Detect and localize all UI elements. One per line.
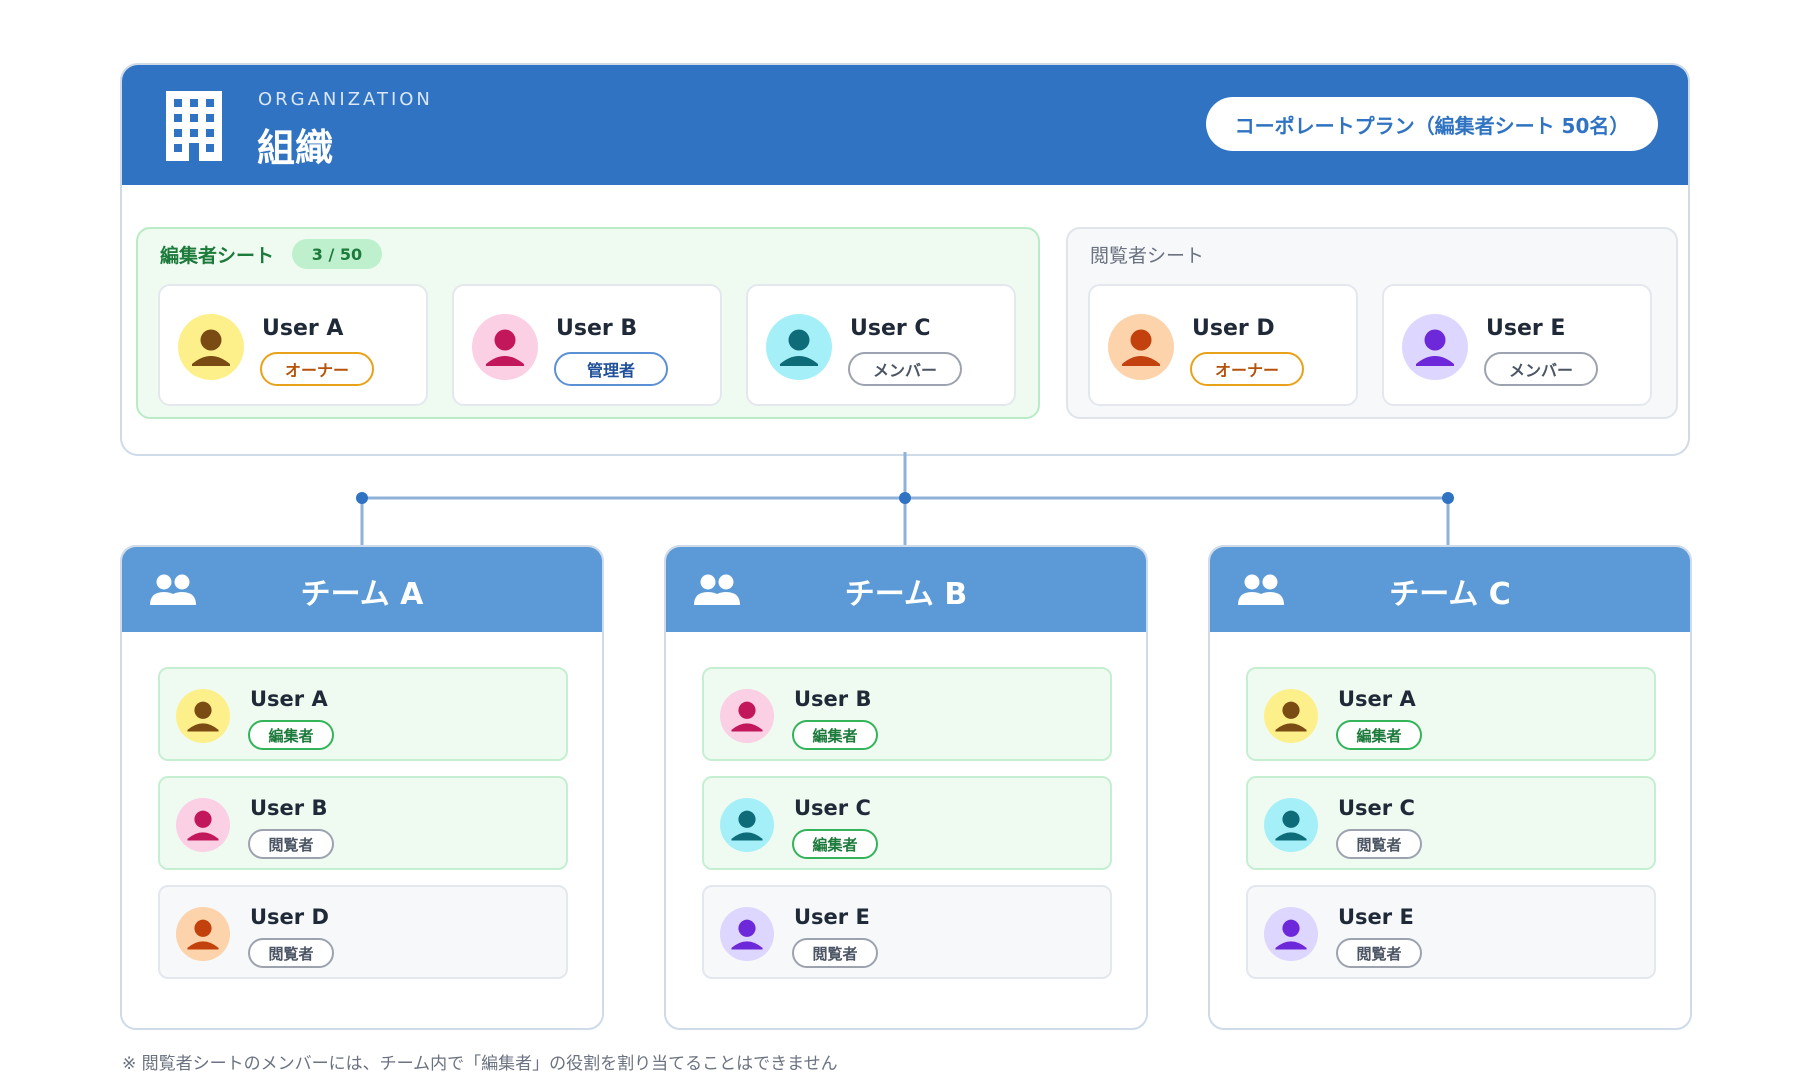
team-member-row[interactable]: User C 閲覧者 [1246, 776, 1656, 870]
member-avatar-icon [176, 689, 230, 743]
member-avatar-icon [1264, 907, 1318, 961]
team-member-role-badge: 編集者 [248, 720, 334, 750]
organization-card: ORGANIZATION 組織 コーポレートプラン（編集者シート 50名） 編集… [120, 63, 1690, 456]
seat-user-card[interactable]: User B 管理者 [452, 284, 722, 406]
plan-badge: コーポレートプラン（編集者シート 50名） [1206, 97, 1658, 151]
footnote: ※ 閲覧者シートのメンバーには、チーム内で「編集者」の役割を割り当てることはでき… [122, 1054, 838, 1074]
member-avatar-icon [720, 907, 774, 961]
organization-subtitle: ORGANIZATION [258, 89, 433, 110]
seat-user-role-badge: オーナー [260, 352, 374, 386]
editor-seat-title: 編集者シート [160, 245, 275, 267]
seat-user-role-badge: 管理者 [554, 352, 668, 386]
connector-dots [356, 492, 1454, 504]
user-avatar-icon [1402, 314, 1468, 380]
seat-user-role-badge: オーナー [1190, 352, 1304, 386]
member-avatar-icon [176, 798, 230, 852]
team-title: チーム A [300, 577, 424, 612]
connector-lines [360, 452, 1450, 545]
team-member-row[interactable]: User E 閲覧者 [1246, 885, 1656, 979]
team-member-name: User A [1338, 687, 1416, 711]
team-member-name: User D [250, 905, 329, 929]
team-member-name: User C [1338, 796, 1415, 820]
team-member-name: User E [1338, 905, 1414, 929]
editor-seat-count-badge: 3 / 50 [292, 239, 382, 269]
team-member-role-badge: 閲覧者 [792, 938, 878, 968]
user-avatar-icon [1108, 314, 1174, 380]
team-member-role-badge: 編集者 [792, 829, 878, 859]
member-avatar-icon [176, 907, 230, 961]
seat-user-role-badge: メンバー [848, 352, 962, 386]
team-member-name: User A [250, 687, 328, 711]
team-member-row[interactable]: User B 編集者 [702, 667, 1112, 761]
seat-user-name: User C [850, 316, 931, 341]
seat-user-card[interactable]: User D オーナー [1088, 284, 1358, 406]
editor-seat-group: 編集者シート 3 / 50 User A オーナー User B 管理者 Use… [136, 227, 1040, 419]
team-member-name: User E [794, 905, 870, 929]
user-avatar-icon [472, 314, 538, 380]
team-member-name: User B [250, 796, 328, 820]
seat-user-name: User D [1192, 316, 1275, 341]
team-header: チーム A [122, 547, 602, 632]
team-title: チーム B [844, 577, 968, 612]
seat-user-role-badge: メンバー [1484, 352, 1598, 386]
team-member-row[interactable]: User D 閲覧者 [158, 885, 568, 979]
team-card: チーム B User B 編集者 User C 編集者 User E 閲覧者 [664, 545, 1148, 1030]
team-member-row[interactable]: User B 閲覧者 [158, 776, 568, 870]
team-card: チーム A User A 編集者 User B 閲覧者 User D 閲覧者 [120, 545, 604, 1030]
team-member-row[interactable]: User A 編集者 [1246, 667, 1656, 761]
seat-user-card[interactable]: User C メンバー [746, 284, 1016, 406]
team-header: チーム C [1210, 547, 1690, 632]
member-avatar-icon [1264, 689, 1318, 743]
team-member-row[interactable]: User C 編集者 [702, 776, 1112, 870]
team-member-role-badge: 閲覧者 [1336, 829, 1422, 859]
user-avatar-icon [766, 314, 832, 380]
seat-user-card[interactable]: User A オーナー [158, 284, 428, 406]
organization-header: ORGANIZATION 組織 コーポレートプラン（編集者シート 50名） [122, 65, 1688, 185]
team-member-role-badge: 閲覧者 [1336, 938, 1422, 968]
team-member-role-badge: 閲覧者 [248, 938, 334, 968]
team-member-row[interactable]: User E 閲覧者 [702, 885, 1112, 979]
team-title: チーム C [1389, 577, 1511, 612]
team-member-role-badge: 編集者 [1336, 720, 1422, 750]
team-member-row[interactable]: User A 編集者 [158, 667, 568, 761]
member-avatar-icon [720, 689, 774, 743]
team-header: チーム B [666, 547, 1146, 632]
user-avatar-icon [178, 314, 244, 380]
building-icon [166, 91, 222, 161]
team-member-name: User C [794, 796, 871, 820]
team-member-role-badge: 閲覧者 [248, 829, 334, 859]
seat-user-name: User E [1486, 316, 1566, 341]
team-member-name: User B [794, 687, 872, 711]
team-member-role-badge: 編集者 [792, 720, 878, 750]
seat-user-name: User B [556, 316, 638, 341]
member-avatar-icon [720, 798, 774, 852]
seat-user-card[interactable]: User E メンバー [1382, 284, 1652, 406]
viewer-seat-title: 閲覧者シート [1090, 245, 1205, 267]
team-card: チーム C User A 編集者 User C 閲覧者 User E 閲覧者 [1208, 545, 1692, 1030]
viewer-seat-group: 閲覧者シート User D オーナー User E メンバー [1066, 227, 1678, 419]
seat-user-name: User A [262, 316, 344, 341]
member-avatar-icon [1264, 798, 1318, 852]
organization-title: 組織 [257, 126, 334, 170]
